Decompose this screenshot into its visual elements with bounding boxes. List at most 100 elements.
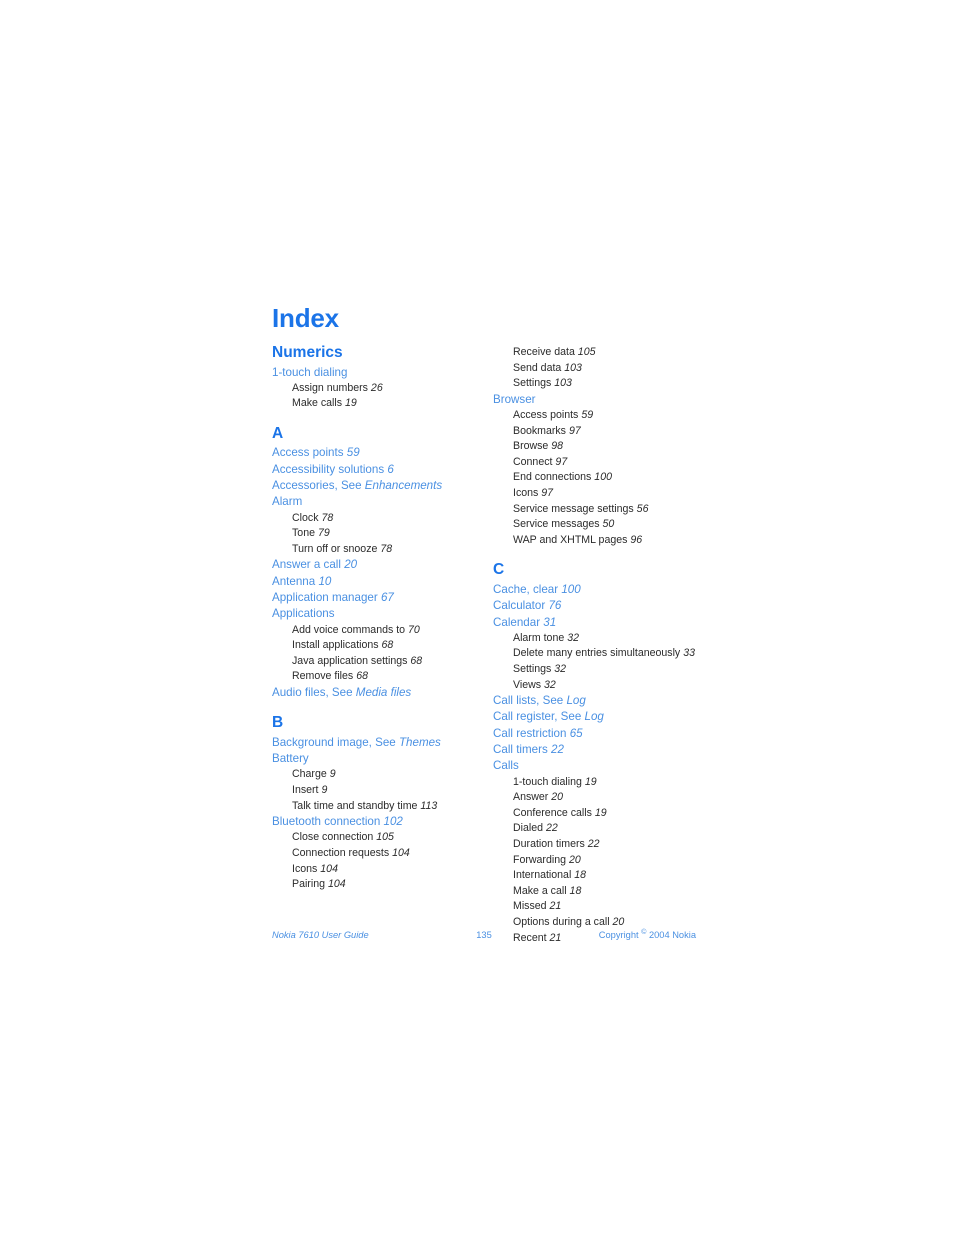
index-subentry: Forwarding 20 [493, 853, 712, 869]
index-entry[interactable]: Browser [493, 392, 712, 408]
footer-copyright-after: 2004 Nokia [648, 930, 696, 940]
index-entry-label: Call timers [493, 743, 548, 757]
index-subentry-page: 32 [544, 678, 556, 691]
page-title: Index [272, 303, 339, 333]
index-subentry-label: Bookmarks [513, 424, 566, 437]
index-entry-page: 6 [387, 462, 394, 476]
index-entry[interactable]: Calls [493, 758, 712, 774]
index-subentry: Clock 78 [272, 511, 482, 527]
index-entry-crossref[interactable]: Log [585, 710, 604, 723]
index-entry[interactable]: Call register, See Log [493, 709, 712, 725]
index-subentry-label: Connection requests [292, 847, 390, 860]
index-subentry-page: 59 [581, 409, 594, 422]
index-subentry-label: Service message settings [513, 502, 634, 515]
index-subentry-label: Options during a call [513, 916, 610, 929]
page-footer: Nokia 7610 User Guide 135 Copyright © 20… [272, 929, 696, 944]
index-entry[interactable]: Accessories, See Enhancements [272, 478, 482, 494]
index-subentry: International 18 [493, 868, 712, 884]
index-entry-crossref[interactable]: Enhancements [365, 479, 442, 492]
index-entry-crossref[interactable]: Themes [399, 736, 441, 749]
index-entry-crossref[interactable]: Log [566, 694, 585, 707]
index-entry[interactable]: Call timers 22 [493, 742, 712, 758]
index-subentry: Make calls 19 [272, 396, 482, 412]
index-subentry-label: Tone [292, 527, 315, 540]
index-subentry: Talk time and standby time 113 [272, 799, 482, 815]
index-subentry-page: 56 [636, 502, 649, 515]
index-subentry: Icons 104 [272, 862, 482, 878]
index-subentry-page: 20 [551, 791, 564, 804]
index-entry[interactable]: Accessibility solutions 6 [272, 462, 482, 478]
index-entry-page: 22 [551, 743, 564, 757]
index-entry-label: Call lists, See [493, 694, 567, 708]
index-subentry-page: 78 [321, 511, 334, 524]
index-subentry: Tone 79 [272, 526, 482, 542]
index-entry[interactable]: Antenna 10 [272, 574, 482, 590]
index-section-heading: Numerics [272, 344, 343, 361]
index-subentry: Duration timers 22 [493, 837, 712, 853]
index-entry-label: Access points [272, 446, 344, 460]
index-entry-label: Calculator [493, 599, 546, 613]
index-subentry: Turn off or snooze 78 [272, 542, 482, 558]
index-subentry: Add voice commands to 70 [272, 623, 482, 639]
index-entry-page: 67 [380, 591, 394, 605]
index-subentry-label: Icons [513, 487, 539, 500]
index-entry-label: Background image, See [272, 735, 399, 749]
index-subentry-label: Connect [513, 455, 553, 468]
index-entry-crossref[interactable]: Media files [356, 686, 411, 699]
index-subentry-label: Icons [292, 862, 318, 875]
index-entry-label: Answer a call [272, 558, 341, 572]
index-subentry-label: Remove files [292, 670, 354, 683]
index-subentry-page: 9 [329, 768, 336, 781]
index-subentry-page: 105 [577, 346, 596, 358]
index-entry[interactable]: Calculator 76 [493, 598, 712, 614]
index-subentry: Assign numbers 26 [272, 381, 482, 397]
index-subentry-page: 103 [554, 377, 572, 390]
index-entry-page: 20 [344, 558, 358, 572]
index-entry[interactable]: Access points 59 [272, 445, 482, 461]
index-subentry: Pairing 104 [272, 877, 482, 893]
index-subentry-label: Send data [513, 361, 562, 374]
index-entry[interactable]: Background image, See Themes [272, 735, 482, 751]
index-entry[interactable]: Answer a call 20 [272, 557, 482, 573]
index-entry-label: Cache, clear [493, 582, 559, 596]
index-subentry-label: WAP and XHTML pages [513, 533, 628, 546]
index-entry[interactable]: Bluetooth connection 102 [272, 814, 482, 830]
index-entry[interactable]: Applications [272, 606, 482, 622]
index-subentry-page: 104 [392, 847, 410, 860]
index-subentry-label: Dialed [513, 822, 544, 835]
index-subentry: Icons 97 [493, 486, 712, 502]
index-entry-label: Accessories, See [272, 479, 365, 493]
index-subentry-label: 1-touch dialing [513, 775, 582, 788]
index-subentry-page: 20 [612, 916, 625, 929]
index-subentry: Delete many entries simultaneously 33 [493, 646, 712, 662]
index-column-right: Receive data 105 Send data 103 Settings 10… [493, 345, 712, 946]
index-subentry: Send data 103 [493, 361, 712, 377]
index-entry[interactable]: Battery [272, 751, 482, 767]
index-subentry-page: 20 [568, 853, 581, 866]
index-subentry-page: 21 [549, 900, 562, 913]
index-subentry-label: International [513, 869, 572, 882]
index-entry[interactable]: Audio files, See Media files [272, 685, 482, 701]
index-entry[interactable]: Call restriction 65 [493, 726, 712, 742]
index-subentry-label: Browse [513, 440, 549, 453]
index-subentry-label: Charge [292, 768, 327, 781]
index-entry[interactable]: Calendar 31 [493, 615, 712, 631]
index-entry-label: Call restriction [493, 726, 567, 740]
index-subentry: Connect 97 [493, 455, 712, 471]
index-subentry: Dialed 22 [493, 821, 712, 837]
index-subentry: Service message settings 56 [493, 502, 712, 518]
index-subentry-label: Clock [292, 511, 319, 524]
index-subentry-page: 100 [594, 471, 612, 484]
index-entry[interactable]: Application manager 67 [272, 590, 482, 606]
index-entry[interactable]: Call lists, See Log [493, 693, 712, 709]
index-entry[interactable]: 1-touch dialing [272, 365, 482, 381]
index-entry[interactable]: Alarm [272, 494, 482, 510]
index-subentry: WAP and XHTML pages 96 [493, 533, 712, 549]
index-subentry-label: Missed [513, 900, 547, 913]
index-entry[interactable]: Cache, clear 100 [493, 582, 712, 598]
index-subentry-label: Settings [513, 377, 552, 390]
index-entry-label: Calls [493, 759, 519, 773]
index-subentry-page: 22 [546, 822, 558, 835]
index-subentry-label: Pairing [292, 878, 325, 891]
index-entry-label: Browser [493, 392, 536, 406]
